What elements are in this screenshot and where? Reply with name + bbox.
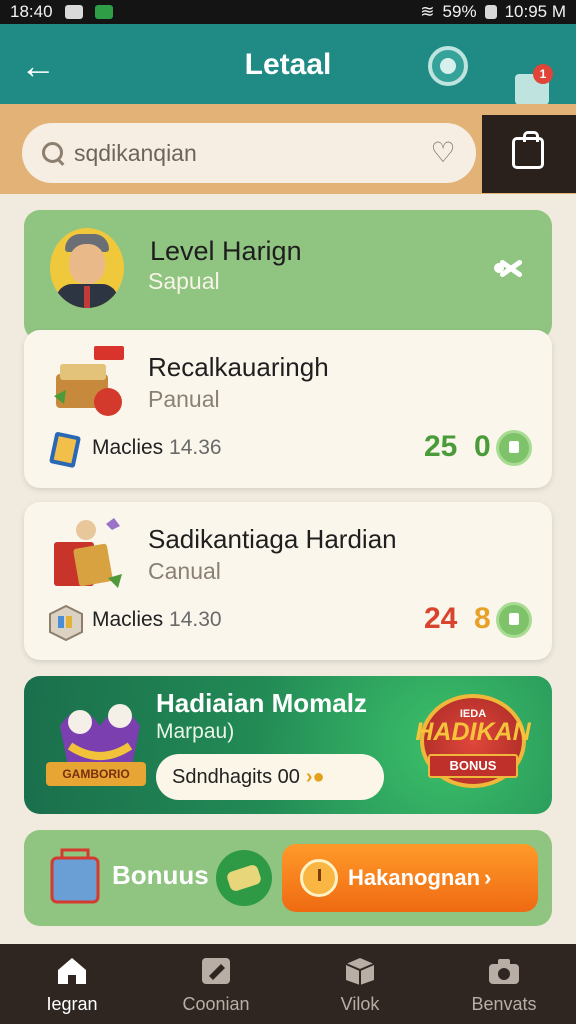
- task-meta: Maclies 14.36: [92, 436, 222, 460]
- task-card[interactable]: Recalkauaringh Panual Maclies 14.36 25 0: [24, 330, 552, 488]
- task-meta: Maclies 14.30: [92, 608, 222, 632]
- heart-icon[interactable]: ♡: [428, 138, 458, 168]
- cash-icon: [216, 850, 272, 906]
- wifi-icon: ≋: [420, 2, 435, 21]
- event-button-label: Sdndhagits 00: [172, 765, 300, 788]
- battery-percent: 59%: [442, 2, 477, 21]
- task-subtitle: Panual: [148, 386, 220, 412]
- task-meta-value: 14.30: [169, 608, 222, 631]
- nav-label: Benvats: [471, 994, 537, 1014]
- nav-label: Vilok: [340, 994, 380, 1014]
- claim-icon[interactable]: [496, 602, 532, 638]
- nav-item-benvats[interactable]: Benvats: [432, 944, 576, 1024]
- task-subtitle: Canual: [148, 558, 221, 584]
- book-icon: [49, 431, 81, 468]
- level-subtitle: Sapual: [148, 268, 220, 294]
- globe-icon[interactable]: [428, 46, 468, 86]
- task-title: Sadikantiaga Hardian: [148, 524, 397, 554]
- gift-book-icon: [54, 518, 122, 588]
- status-bar: 18:40 ≋ 59% 10:95 M: [0, 0, 576, 24]
- event-banner[interactable]: GAMBORIO Hadiaian Momalz Marpau) Sdndhag…: [24, 676, 552, 814]
- level-card[interactable]: Level Harign Sapual: [24, 210, 552, 340]
- score-main: 24: [424, 602, 458, 635]
- nav-item-vilok[interactable]: Vilok: [288, 944, 432, 1024]
- edit-icon: [202, 958, 230, 984]
- avatar: [50, 228, 124, 308]
- shopping-bag-icon: [512, 131, 544, 169]
- task-meta-value: 14.36: [169, 436, 222, 459]
- search-icon: [40, 140, 66, 166]
- chevron-right-icon: ›●: [305, 765, 325, 788]
- page-title: Letaal: [244, 48, 332, 81]
- score-main: 25: [424, 430, 458, 463]
- bottom-nav: Iegran Coonian Vilok Benvats: [0, 944, 576, 1024]
- battery-icon: [484, 5, 497, 19]
- status-right: ≋ 59% 10:95 M: [420, 2, 566, 22]
- nav-label: Iegran: [46, 994, 98, 1014]
- score-sub: 0: [474, 430, 491, 463]
- shopping-bag-button[interactable]: [482, 115, 576, 193]
- nav-item-coonian[interactable]: Coonian: [144, 944, 288, 1024]
- app-icon: [94, 5, 113, 19]
- badge-ribbon-text: BONUS: [428, 754, 518, 778]
- chevron-right-icon: ›: [484, 865, 492, 890]
- search-input[interactable]: [74, 139, 428, 167]
- bonus-claim-button[interactable]: Hakanognan ›: [282, 844, 538, 912]
- event-title: Hadiaian Momalz: [156, 688, 367, 718]
- search-bar: ♡: [22, 123, 476, 183]
- home-icon: [58, 958, 86, 984]
- gift-bag-icon: [50, 848, 100, 904]
- event-action-button[interactable]: Sdndhagits 00 ›●: [156, 754, 384, 800]
- claim-icon[interactable]: [496, 430, 532, 466]
- camera-icon: [489, 959, 519, 984]
- score-sub: 8: [474, 602, 491, 635]
- status-clock: 10:95 M: [504, 2, 566, 21]
- box-icon: [345, 958, 375, 985]
- nav-label: Coonian: [182, 994, 250, 1014]
- task-meta-label: Maclies: [92, 436, 164, 459]
- event-ribbon: GAMBORIO: [46, 762, 146, 786]
- notification-badge: 1: [533, 64, 553, 84]
- task-title: Recalkauaringh: [148, 352, 329, 382]
- bonus-card: Bonuus Hakanognan ›: [24, 830, 552, 926]
- status-time: 18:40: [10, 2, 53, 21]
- share-icon[interactable]: [492, 250, 528, 286]
- nav-item-home[interactable]: Iegran: [0, 944, 144, 1024]
- image-icon: [64, 5, 83, 19]
- status-left: 18:40: [10, 2, 113, 22]
- badge-main-text: HADIKAN: [415, 718, 531, 746]
- clock-icon: [300, 859, 338, 897]
- task-card[interactable]: Sadikantiaga Hardian Canual Maclies 14.3…: [24, 502, 552, 660]
- bonus-label: Bonuus: [112, 860, 209, 890]
- task-meta-label: Maclies: [92, 608, 164, 631]
- task-score: 25 0: [424, 430, 491, 464]
- app-header: ← Letaal 1: [0, 24, 576, 106]
- event-subtitle: Marpau): [156, 720, 235, 743]
- bonus-badge: IEDA HADIKAN BONUS: [408, 690, 538, 800]
- level-title: Level Harign: [150, 236, 302, 266]
- treasure-box-icon: [54, 346, 124, 416]
- box-icon: [49, 604, 83, 642]
- bonus-button-label: Hakanognan: [348, 865, 481, 890]
- task-score: 24 8: [424, 602, 491, 636]
